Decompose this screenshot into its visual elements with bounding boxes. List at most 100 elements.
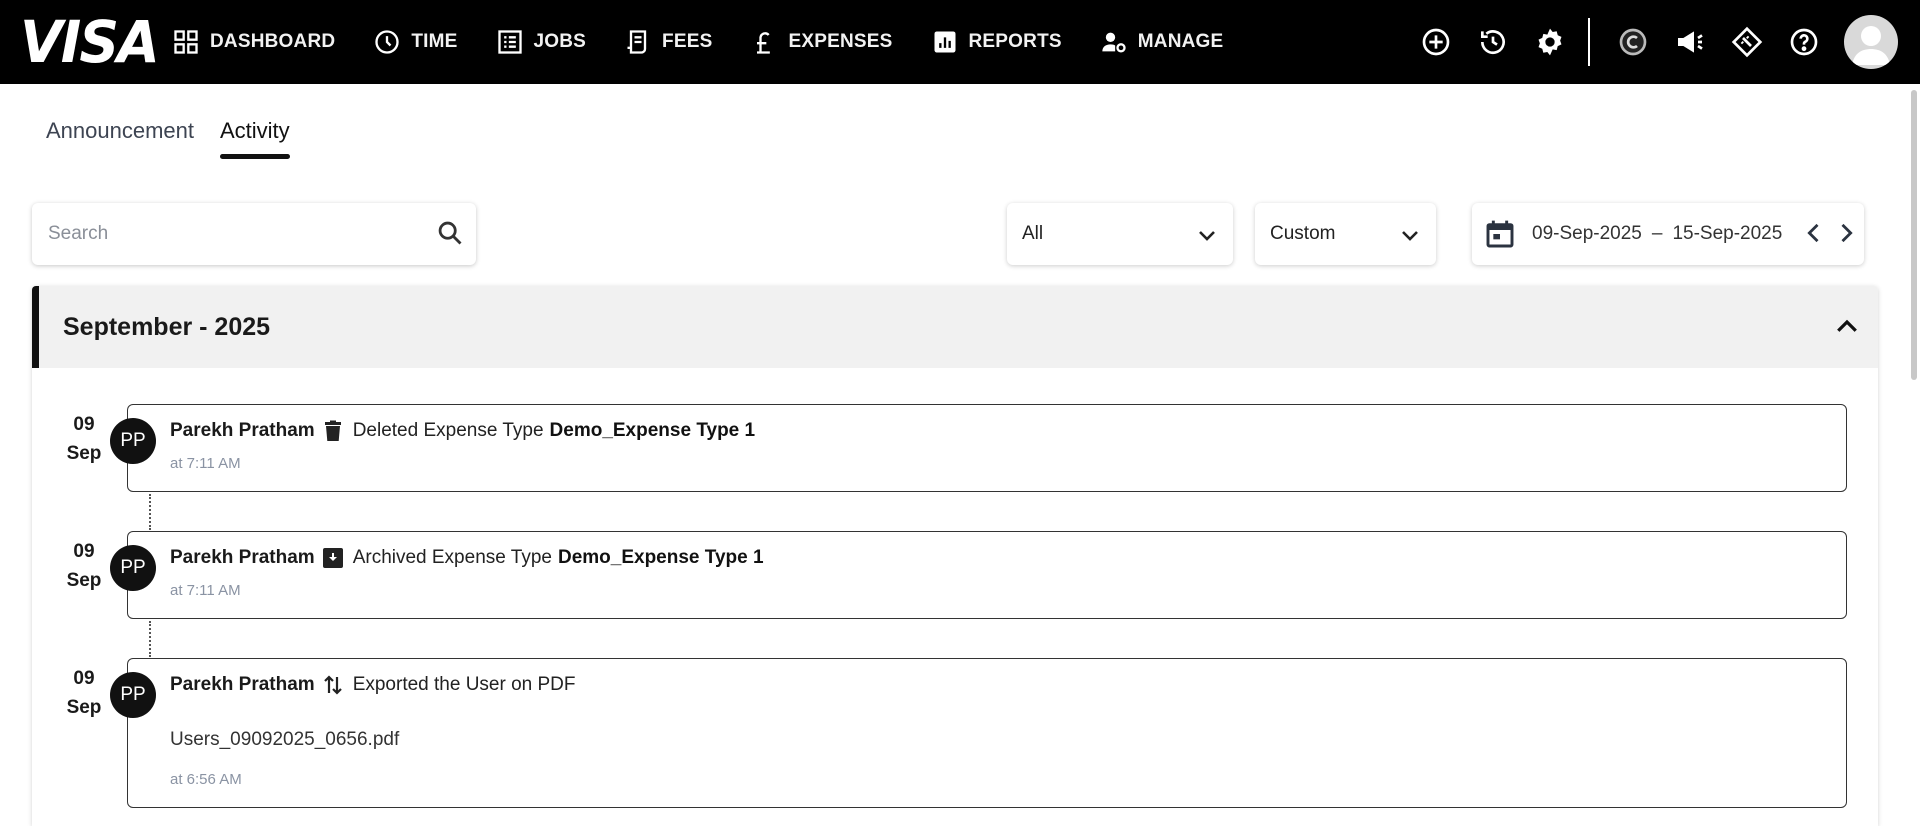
user-initials-avatar: PP [110,418,156,464]
user-initials-avatar: PP [110,672,156,718]
activity-time: at 7:11 AM [170,582,241,599]
activity-day: 09 [73,541,95,562]
chevron-right-icon[interactable] [1832,219,1860,247]
add-button[interactable] [1407,0,1464,84]
activity-action: Deleted Expense Type [352,420,544,441]
archive-icon [322,548,343,568]
nav-jobs[interactable]: JOBS [477,0,606,84]
activity-month: Sep [66,443,102,464]
search-box [32,203,476,265]
copyright-button[interactable] [1604,0,1661,84]
activity-user[interactable]: Parekh Pratham [170,547,315,569]
date-range-picker[interactable]: 09-Sep-2025 – 15-Sep-2025 [1472,203,1864,265]
nav-dashboard-label: DASHBOARD [210,31,336,52]
month-group: September - 2025 09 Sep Parekh Pratham D… [32,286,1878,826]
search-icon[interactable] [436,219,464,247]
scrollbar-thumb[interactable] [1911,90,1917,380]
search-input[interactable] [48,223,408,245]
activity-line: Parekh Pratham Archived Expense Type Dem… [170,546,764,570]
activity-target: Demo_Expense Type 1 [557,547,764,568]
announcement-icon [1677,31,1703,53]
activity-time: at 7:11 AM [170,455,241,472]
tab-bar: Announcement Activity [46,118,290,159]
nav-expenses-label: EXPENSES [788,31,893,52]
month-group-title: September - 2025 [63,312,271,341]
nav-time-label: TIME [411,31,458,52]
activity-type-value: All [1022,223,1044,244]
activity-date: 09 Sep [56,537,112,595]
activity-user[interactable]: Parekh Pratham [170,420,315,442]
activity-month: Sep [66,570,102,591]
chevron-left-icon[interactable] [1800,219,1828,247]
calendar-icon[interactable] [1484,218,1516,250]
chevron-up-icon[interactable] [1832,312,1862,342]
visa-logo[interactable]: VISA [20,13,160,71]
activity-action: Exported the User on PDF [352,674,576,695]
user-initials-avatar: PP [110,545,156,591]
announcement-button[interactable] [1661,0,1718,84]
topbar-actions [1407,0,1920,84]
clock-icon [375,30,399,54]
reports-icon [934,31,956,53]
chevron-down-icon [1199,231,1215,241]
nav-manage[interactable]: MANAGE [1081,0,1243,84]
main-nav: DASHBOARD TIME JOBS FEES EXPENSES REPORT… [170,0,1242,84]
add-circle-icon [1422,28,1449,56]
date-separator: – [1651,223,1663,244]
chevron-down-icon [1402,231,1418,241]
help-icon [1790,28,1817,56]
nav-manage-label: MANAGE [1137,31,1224,52]
activity-line: Parekh Pratham Exported the User on PDF [170,673,576,697]
activity-line: Parekh Pratham Deleted Expense Type Demo… [170,419,755,443]
pound-icon [757,32,771,54]
history-button[interactable] [1464,0,1521,84]
period-select[interactable]: Custom [1255,203,1436,265]
month-group-header[interactable]: September - 2025 [32,286,1878,368]
nav-reports-label: REPORTS [968,31,1062,52]
nav-time[interactable]: TIME [354,0,476,84]
delete-icon [324,420,341,441]
ticket-button[interactable] [1718,0,1775,84]
activity-card: Parekh Pratham Exported the User on PDF … [127,658,1847,808]
copyright-icon [1619,28,1646,56]
date-nav [1800,219,1860,247]
date-from: 09-Sep-2025 [1532,223,1642,244]
period-value: Custom [1270,223,1336,244]
nav-expenses[interactable]: EXPENSES [731,0,911,84]
activity-action: Archived Expense Type [352,547,552,568]
nav-fees[interactable]: FEES [605,0,731,84]
jobs-icon [497,30,522,54]
nav-dashboard[interactable]: DASHBOARD [170,0,354,84]
date-to: 15-Sep-2025 [1672,223,1783,244]
top-navigation-bar: VISA DASHBOARD TIME JOBS FEES EXPENSES R… [0,0,1920,84]
activity-date: 09 Sep [56,664,112,722]
activity-day: 09 [73,414,95,435]
activity-card: Parekh Pratham Deleted Expense Type Demo… [127,404,1847,492]
page-scrollbar[interactable] [1908,84,1920,812]
timeline-connector [149,494,151,530]
settings-icon [1538,28,1561,56]
tab-activity[interactable]: Activity [220,118,290,159]
nav-fees-label: FEES [662,31,713,52]
tab-announcement[interactable]: Announcement [46,118,194,156]
help-button[interactable] [1775,0,1832,84]
activity-month: Sep [66,697,102,718]
settings-button[interactable] [1521,0,1578,84]
activity-type-select[interactable]: All [1007,203,1233,265]
timeline-connector [149,621,151,657]
user-avatar-button[interactable] [1844,15,1898,69]
activity-date: 09 Sep [56,410,112,468]
user-avatar-icon [1852,26,1890,65]
nav-reports[interactable]: REPORTS [912,0,1081,84]
activity-card: Parekh Pratham Archived Expense Type Dem… [127,531,1847,619]
activity-time: at 6:56 AM [170,771,242,788]
activity-user[interactable]: Parekh Pratham [170,674,315,696]
fees-icon [627,30,647,54]
activity-file-link[interactable]: Users_09092025_0656.pdf [170,729,399,751]
nav-jobs-label: JOBS [533,31,587,52]
dashboard-icon [174,30,198,54]
manage-icon [1102,32,1126,53]
activity-target: Demo_Expense Type 1 [549,420,756,441]
ticket-icon [1731,26,1762,58]
topbar-divider [1588,18,1590,66]
